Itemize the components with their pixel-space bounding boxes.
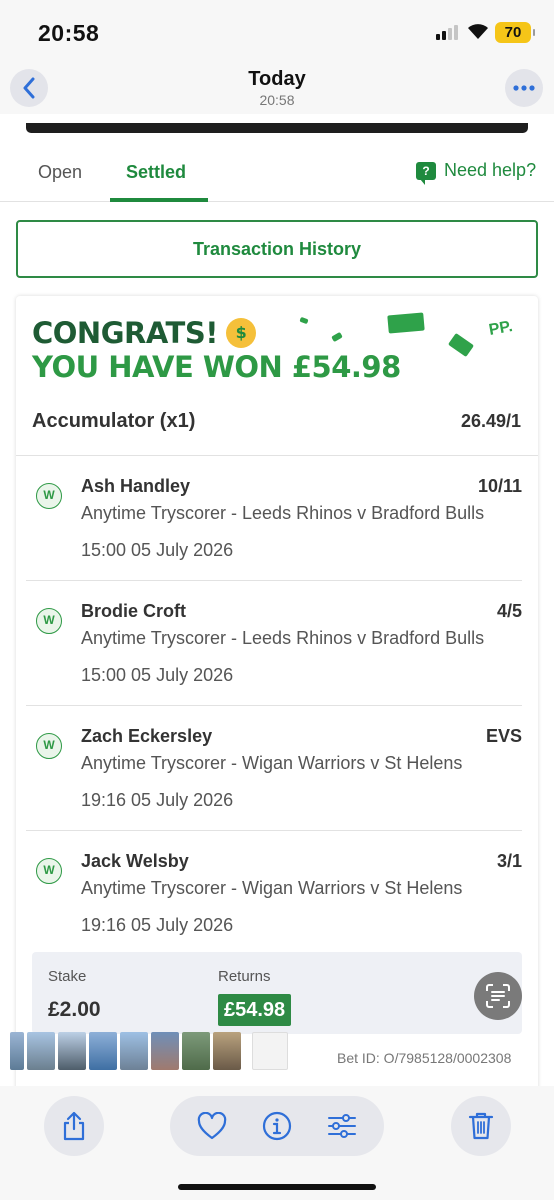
signal-icon — [436, 24, 458, 40]
photo-thumbnail[interactable] — [213, 1032, 241, 1070]
photo-thumbnail[interactable] — [89, 1032, 117, 1070]
selection-market: Anytime Tryscorer - Leeds Rhinos v Bradf… — [81, 628, 485, 648]
live-text-button[interactable] — [474, 972, 522, 1020]
photo-thumbnail[interactable] — [151, 1032, 179, 1070]
more-icon — [513, 85, 535, 91]
returns-value: £54.98 — [218, 994, 292, 1026]
photo-thumbnail[interactable] — [58, 1032, 86, 1070]
bet-card: CONGRATS! $ YOU HAVE WON £54.98 PP. Accum… — [16, 296, 538, 1086]
sliders-icon — [327, 1114, 356, 1138]
content-area: Open Settled ? Need help? Transaction Hi… — [0, 114, 554, 1086]
wifi-icon — [468, 24, 488, 39]
bet-type-row: Accumulator (x1) 26.49/1 — [16, 390, 538, 456]
status-time: 20:58 — [38, 20, 100, 46]
selection-row: W Jack Welsby 3/1 Anytime Tryscorer - Wi… — [26, 831, 522, 956]
page-subtitle: 20:58 — [259, 92, 295, 108]
won-badge: W — [36, 483, 62, 509]
more-button[interactable] — [505, 69, 543, 107]
returns-label: Returns — [218, 968, 271, 985]
money-note-icon — [447, 332, 475, 358]
money-note-icon — [387, 312, 425, 334]
selection-market: Anytime Tryscorer - Wigan Warriors v St … — [81, 753, 463, 773]
selection-time: 15:00 05 July 2026 — [81, 665, 234, 685]
photo-thumbnail[interactable] — [10, 1032, 24, 1070]
selection-time: 19:16 05 July 2026 — [81, 915, 234, 935]
transaction-history-button[interactable]: Transaction History — [16, 220, 538, 278]
photo-thumbnail[interactable] — [120, 1032, 148, 1070]
selection-name: Zach Eckersley — [81, 726, 213, 746]
selection-odds: EVS — [485, 726, 522, 746]
photos-toolbar — [0, 1086, 554, 1200]
selection-name: Brodie Croft — [81, 601, 186, 621]
selection-name: Jack Welsby — [81, 851, 189, 871]
need-help-label: Need help? — [444, 160, 537, 180]
selection-time: 19:16 05 July 2026 — [81, 790, 234, 810]
page-title: Today — [248, 68, 306, 90]
stake-value: £2.00 — [48, 998, 101, 1021]
win-amount-heading: YOU HAVE WON £54.98 — [32, 350, 401, 384]
selection-row: W Zach Eckersley EVS Anytime Tryscorer -… — [26, 706, 522, 831]
heart-icon — [198, 1112, 227, 1140]
active-tab-indicator — [110, 198, 208, 202]
photo-thumbnail-strip[interactable] — [10, 1032, 288, 1070]
selection-odds: 3/1 — [496, 851, 522, 871]
photo-thumbnail[interactable] — [182, 1032, 210, 1070]
battery-indicator: 70 — [495, 22, 535, 43]
trash-icon — [468, 1112, 494, 1140]
congrats-heading: CONGRATS! — [32, 316, 218, 350]
help-chat-icon: ? — [416, 161, 436, 185]
status-bar: 20:58 70 — [0, 0, 554, 62]
bet-id: Bet ID: O/7985128/0002308 — [337, 1050, 512, 1066]
delete-button[interactable] — [451, 1096, 511, 1156]
share-button[interactable] — [44, 1096, 104, 1156]
selection-name: Ash Handley — [81, 476, 191, 496]
scrolled-bar — [26, 123, 528, 133]
selection-row: W Ash Handley 10/11 Anytime Tryscorer - … — [26, 456, 522, 581]
selection-market: Anytime Tryscorer - Wigan Warriors v St … — [81, 878, 463, 898]
info-icon — [262, 1111, 292, 1141]
win-banner: CONGRATS! $ YOU HAVE WON £54.98 — [32, 316, 401, 384]
photo-thumbnail[interactable] — [252, 1032, 288, 1070]
stake-returns-panel: Stake Returns £2.00 £54.98 — [32, 952, 522, 1034]
bet-tabs: Open Settled ? Need help? — [0, 144, 554, 202]
stake-label: Stake — [48, 968, 87, 985]
won-badge: W — [36, 608, 62, 634]
money-mouth-emoji-icon: $ — [225, 318, 256, 348]
share-icon — [63, 1111, 85, 1141]
info-button[interactable] — [257, 1106, 297, 1146]
selection-odds: 10/11 — [477, 476, 522, 496]
tab-open[interactable]: Open — [38, 162, 82, 183]
brand-mark: PP. — [487, 318, 514, 339]
selection-odds: 4/5 — [496, 601, 522, 621]
need-help-link[interactable]: ? Need help? — [416, 160, 537, 185]
selection-time: 15:00 05 July 2026 — [81, 540, 234, 560]
won-badge: W — [36, 858, 62, 884]
selection-row: W Brodie Croft 4/5 Anytime Tryscorer - L… — [26, 581, 522, 706]
won-badge: W — [36, 733, 62, 759]
scan-text-icon — [486, 984, 510, 1008]
adjust-button[interactable] — [322, 1106, 362, 1146]
tab-settled[interactable]: Settled — [126, 162, 186, 183]
home-indicator — [178, 1184, 376, 1190]
photo-thumbnail[interactable] — [27, 1032, 55, 1070]
favorite-button[interactable] — [192, 1106, 232, 1146]
bet-type: Accumulator (x1) — [32, 410, 196, 432]
photo-actions-group — [170, 1096, 384, 1156]
bet-odds: 26.49/1 — [460, 411, 521, 431]
selection-market: Anytime Tryscorer - Leeds Rhinos v Bradf… — [81, 503, 485, 523]
